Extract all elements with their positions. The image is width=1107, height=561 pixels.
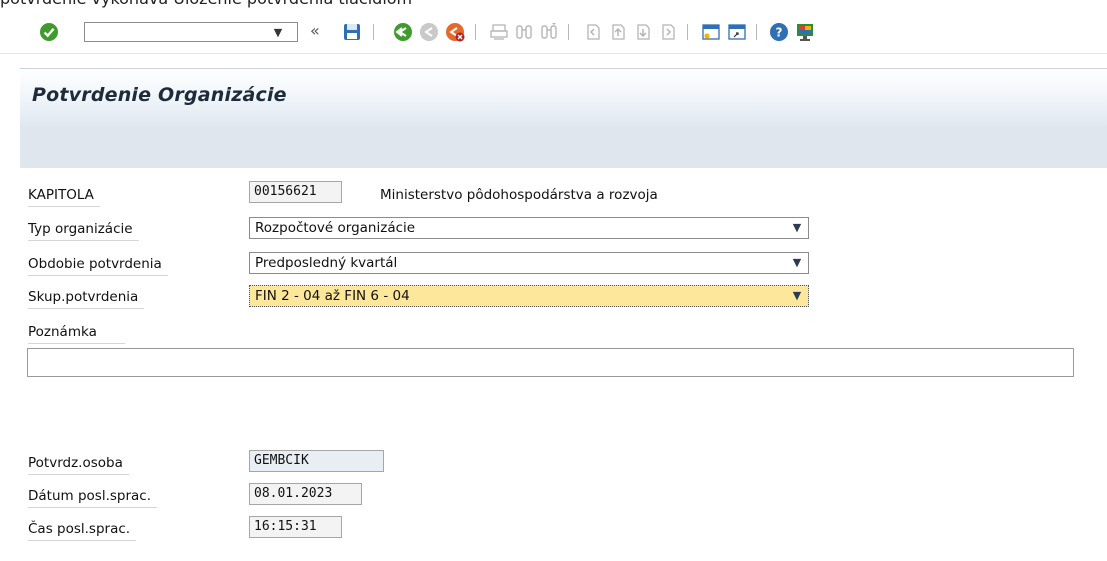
chevron-down-icon[interactable]: ▼	[790, 218, 804, 238]
kapitola-label: KAPITOLA	[28, 184, 100, 207]
customize-layout-icon[interactable]	[794, 21, 816, 43]
skupina-potvrdenia-value: FIN 2 - 04 až FIN 6 - 04	[255, 288, 410, 304]
potvrdzujuca-osoba-field: GEMBCIK	[249, 450, 384, 472]
dynpro-screen: Potvrdenie Organizácie KAPITOLA 00156621…	[20, 68, 1107, 561]
standard-toolbar: ▼ « ?	[0, 9, 1107, 54]
cas-spracovania-field: 16:15:31	[249, 516, 342, 538]
find-next-icon[interactable]	[538, 21, 560, 43]
typ-organizacie-dropdown[interactable]: Rozpočtové organizácie ▼	[249, 217, 809, 239]
chevron-down-icon[interactable]: ▼	[790, 253, 804, 273]
skupina-potvrdenia-label: Skup.potvrdenia	[28, 286, 145, 309]
chevron-down-icon[interactable]: ▼	[790, 286, 804, 306]
kapitola-code-field: 00156621	[249, 181, 342, 203]
cas-spracovania-label: Čas posl.sprac.	[28, 518, 137, 541]
find-icon[interactable]	[513, 21, 535, 43]
skupina-potvrdenia-dropdown[interactable]: FIN 2 - 04 až FIN 6 - 04 ▼	[249, 285, 809, 307]
datum-spracovania-label: Dátum posl.sprac.	[28, 485, 158, 508]
print-icon[interactable]	[488, 21, 510, 43]
save-icon[interactable]	[341, 21, 363, 43]
exit-icon[interactable]	[418, 21, 440, 43]
command-field[interactable]	[84, 22, 298, 42]
document-caption: potvrdenie vykonáva Uloženie potvrdenia …	[0, 0, 1107, 9]
application-toolbar	[20, 126, 1107, 168]
poznamka-input[interactable]	[27, 348, 1074, 377]
new-session-icon[interactable]	[700, 21, 722, 43]
help-icon[interactable]: ?	[768, 21, 790, 43]
poznamka-label: Poznámka	[28, 321, 125, 344]
first-page-icon[interactable]	[582, 21, 604, 43]
cancel-icon[interactable]	[444, 21, 466, 43]
obdobie-potvrdenia-value: Predposledný kvartál	[255, 255, 398, 271]
title-bar: Potvrdenie Organizácie	[20, 68, 1107, 127]
svg-text:?: ?	[776, 26, 783, 40]
potvrdzujuca-osoba-label: Potvrdz.osoba	[28, 452, 129, 475]
command-history-dropdown-icon[interactable]: ▼	[268, 26, 288, 40]
last-page-icon[interactable]	[657, 21, 679, 43]
previous-page-icon[interactable]	[607, 21, 629, 43]
obdobie-potvrdenia-label: Obdobie potvrdenia	[28, 253, 168, 276]
enter-icon[interactable]	[38, 21, 60, 43]
next-page-icon[interactable]	[632, 21, 654, 43]
obdobie-potvrdenia-dropdown[interactable]: Predposledný kvartál ▼	[249, 252, 809, 274]
kapitola-name-text: Ministerstvo pôdohospodárstva a rozvoja	[380, 187, 658, 203]
datum-spracovania-field: 08.01.2023	[249, 483, 362, 505]
shortcut-icon[interactable]	[726, 21, 748, 43]
typ-organizacie-value: Rozpočtové organizácie	[255, 220, 416, 236]
back-icon[interactable]	[392, 21, 414, 43]
typ-organizacie-label: Typ organizácie	[28, 218, 139, 241]
collapse-command-field-icon[interactable]: «	[310, 21, 320, 41]
page-title: Potvrdenie Organizácie	[32, 84, 287, 106]
